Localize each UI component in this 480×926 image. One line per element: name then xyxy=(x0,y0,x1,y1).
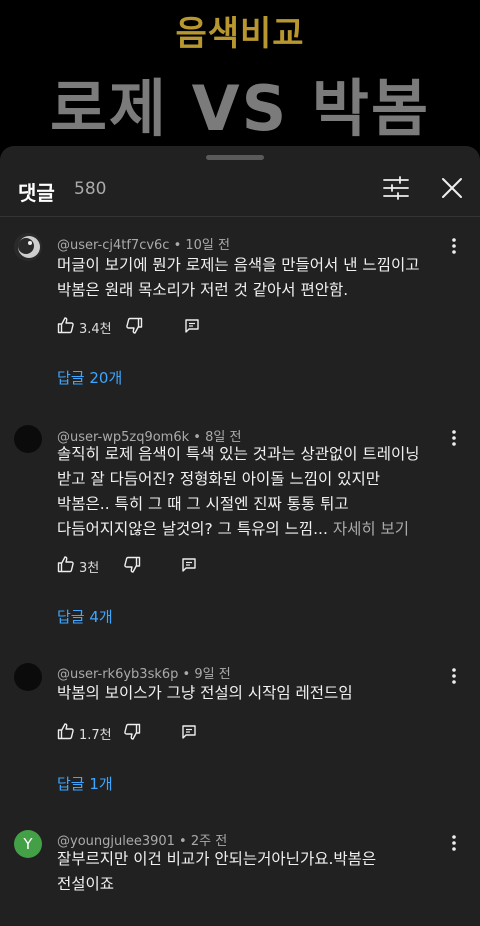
comment-text: 잘부르지만 이건 비교가 안되는거아닌가요.박봄은 전설이죠 xyxy=(57,847,457,897)
reply-icon[interactable] xyxy=(181,724,197,740)
like-icon[interactable] xyxy=(57,316,75,334)
close-icon[interactable] xyxy=(438,174,466,202)
like-icon[interactable] xyxy=(57,722,75,740)
avatar-image-icon xyxy=(14,233,42,261)
video-subtitle: 음색비교 xyxy=(175,14,305,54)
comment-time: 10일 전 xyxy=(185,238,230,253)
comment-line: 박봄은 원래 목소리가 저런 것 같아서 편안함. xyxy=(57,281,349,299)
comment-line: 박봄의 보이스가 그냥 전설의 시작임 레전드임 xyxy=(57,684,353,702)
comment-author[interactable]: @user-cj4tf7cv6c xyxy=(57,238,169,253)
comment-time: 9일 전 xyxy=(194,667,231,682)
video-area[interactable]: 음색비교 로제 VS 박봄 xyxy=(0,0,480,160)
dislike-icon[interactable] xyxy=(123,556,141,574)
comment-actions: 1.7천 xyxy=(57,722,217,743)
comment-actions: 3.4천 xyxy=(57,316,217,337)
like-count: 1.7천 xyxy=(79,728,112,743)
comment-line: 다듬어지지않은 날것의? 그 특유의 느낌... xyxy=(57,520,328,538)
video-title: 로제 VS 박봄 xyxy=(50,72,430,145)
comment-text: 박봄의 보이스가 그냥 전설의 시작임 레전드임 xyxy=(57,681,457,706)
comment-meta: @user-cj4tf7cv6c • 10일 전 xyxy=(57,238,230,253)
comments-title: 댓글 xyxy=(18,181,55,205)
comments-header: 댓글 580 xyxy=(0,146,480,217)
avatar-letter: Y xyxy=(23,835,33,853)
comment-line: 머글이 보기에 뭔가 로제는 음색을 만들어서 낸 느낌이고 xyxy=(57,256,420,274)
view-replies-link[interactable]: 답글 4개 xyxy=(57,606,113,627)
comment-line: 잘부르지만 이건 비교가 안되는거아닌가요.박봄은 xyxy=(57,850,377,868)
comments-count: 580 xyxy=(74,179,107,199)
avatar[interactable]: Y xyxy=(14,830,42,858)
avatar[interactable] xyxy=(14,663,42,691)
avatar[interactable] xyxy=(14,233,42,261)
comment-line: 전설이죠 xyxy=(57,875,115,893)
view-replies-link[interactable]: 답글 20개 xyxy=(57,367,122,388)
like-count: 3천 xyxy=(79,561,100,576)
dislike-icon[interactable] xyxy=(125,317,143,335)
reply-icon[interactable] xyxy=(181,557,197,573)
view-replies-link[interactable]: 답글 1개 xyxy=(57,773,113,794)
comment-text: 솔직히 로제 음색이 특색 있는 것과는 상관없이 트레이닝 받고 잘 다듬어진… xyxy=(57,442,457,542)
filter-icon[interactable] xyxy=(382,176,410,200)
comment-line: 받고 잘 다듬어진? 정형화된 아이돌 느낌이 있지만 xyxy=(57,470,380,488)
read-more-link[interactable]: 자세히 보기 xyxy=(333,520,409,538)
avatar[interactable] xyxy=(14,425,42,453)
comment-text: 머글이 보기에 뭔가 로제는 음색을 만들어서 낸 느낌이고 박봄은 원래 목소… xyxy=(57,253,457,303)
like-icon[interactable] xyxy=(57,555,75,573)
comment-line: 솔직히 로제 음색이 특색 있는 것과는 상관없이 트레이닝 xyxy=(57,445,420,463)
comment-author[interactable]: @user-rk6yb3sk6p xyxy=(57,667,178,682)
reply-icon[interactable] xyxy=(184,318,200,334)
dislike-icon[interactable] xyxy=(123,723,141,741)
comment-line: 박봄은.. 특히 그 때 그 시절엔 진짜 통통 튀고 xyxy=(57,495,349,513)
like-count: 3.4천 xyxy=(79,322,112,337)
comment-meta: @user-rk6yb3sk6p • 9일 전 xyxy=(57,667,231,682)
comment-actions: 3천 xyxy=(57,555,217,576)
